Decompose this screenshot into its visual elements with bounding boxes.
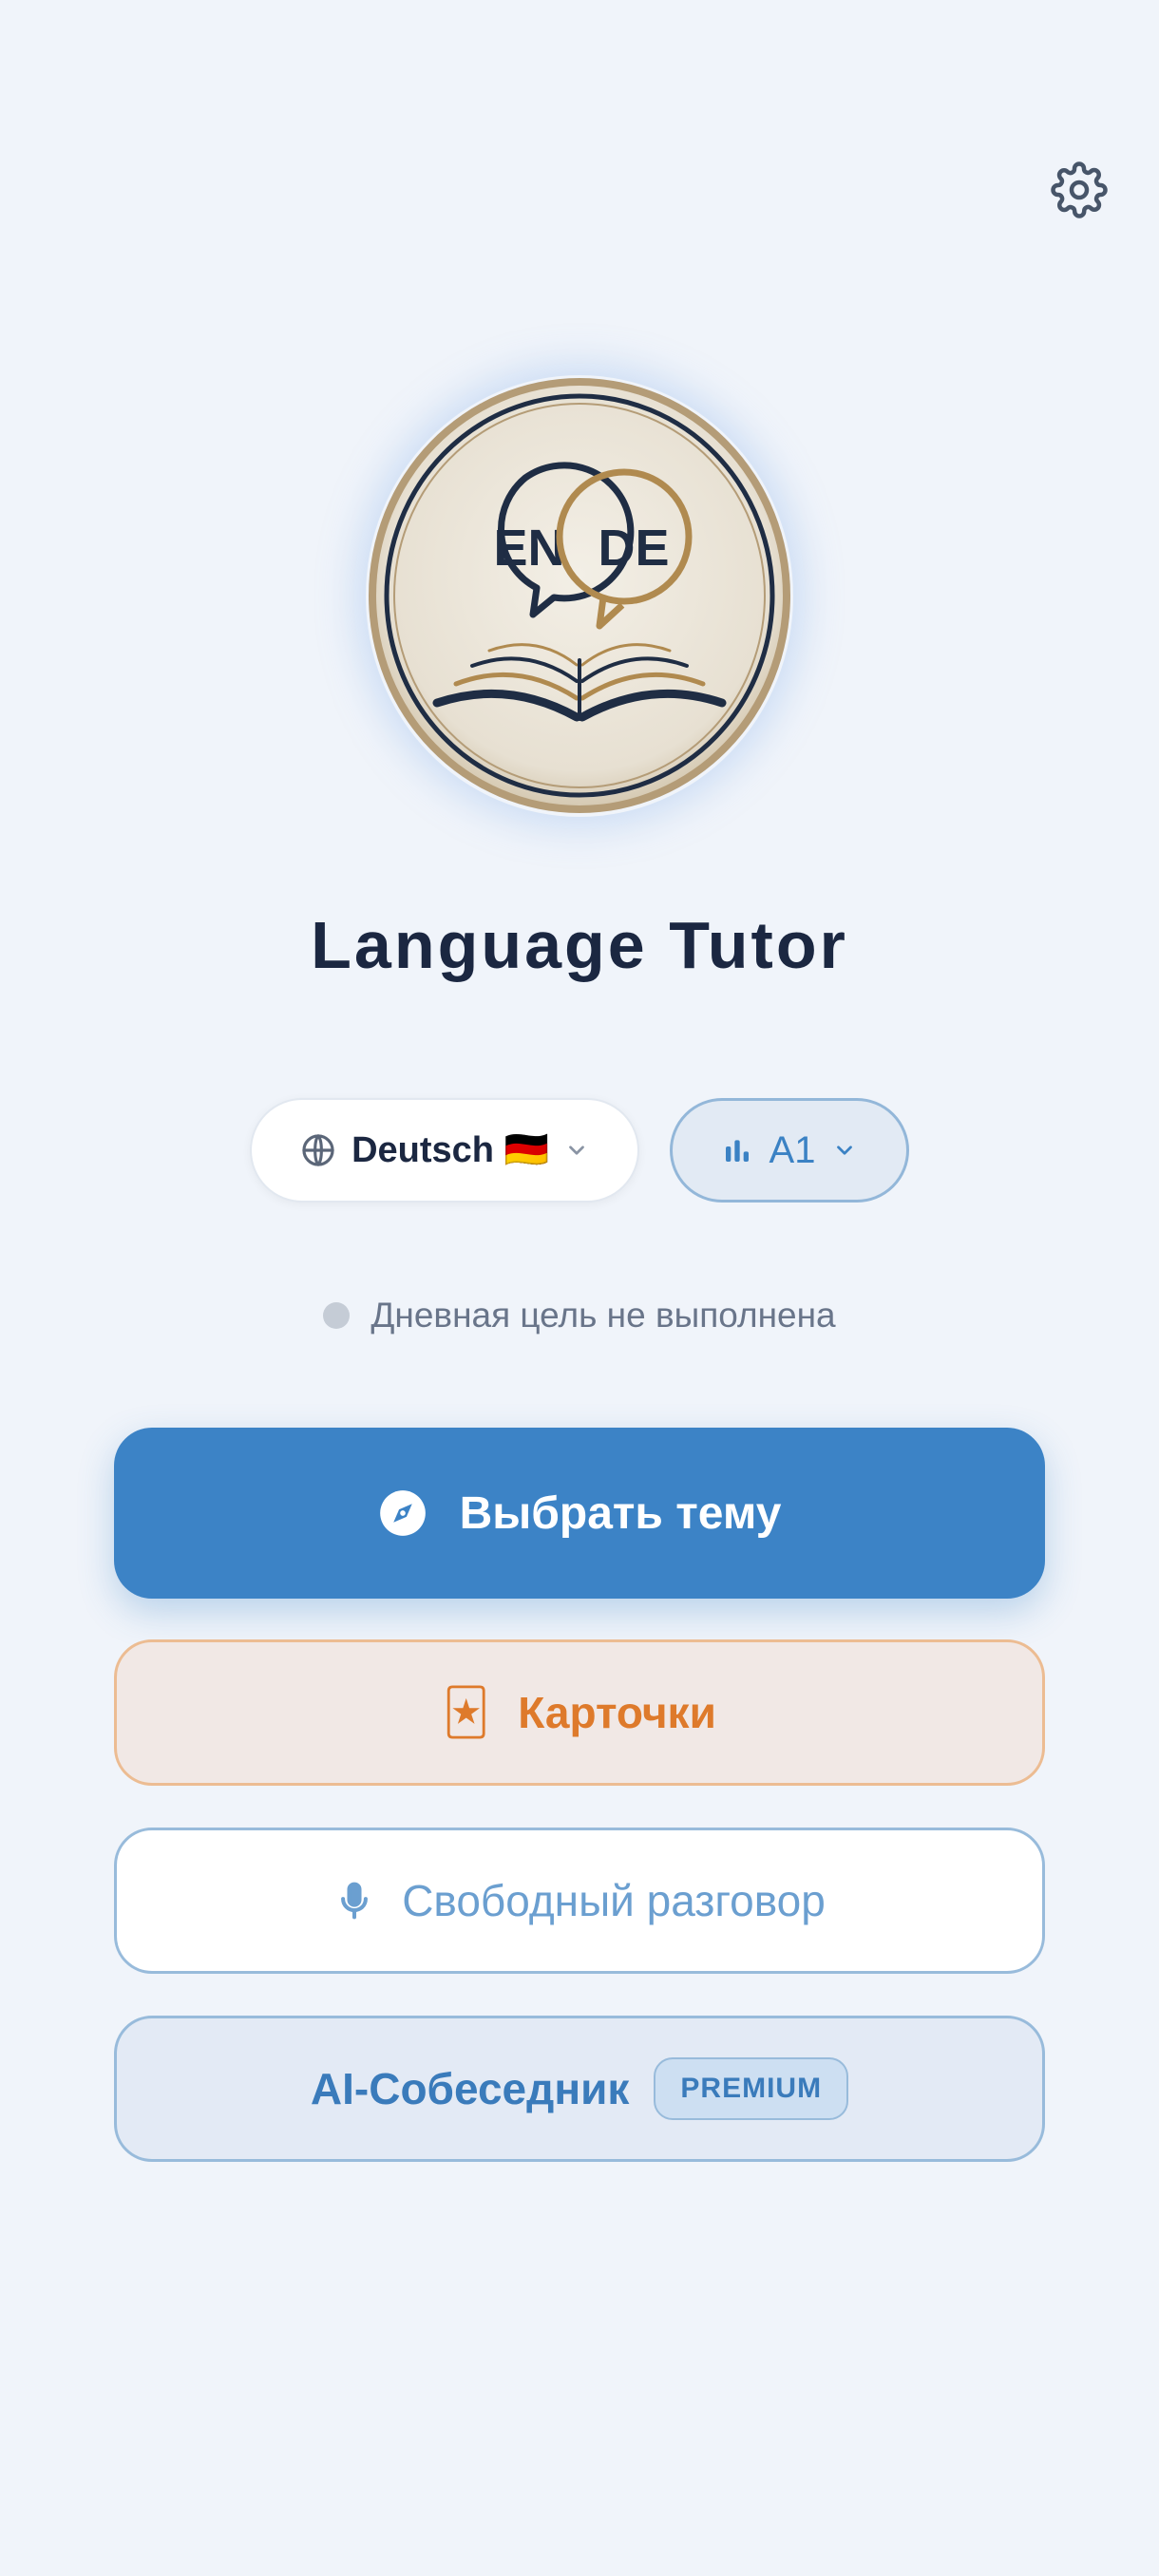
- cards-button[interactable]: 🃏 Карточки: [114, 1639, 1045, 1786]
- app-title: Language Tutor: [311, 908, 848, 982]
- level-select[interactable]: A1: [670, 1098, 909, 1203]
- gear-icon: [1051, 161, 1108, 218]
- ai-partner-label: AI-Собеседник: [310, 2064, 630, 2113]
- app-logo: EN DE: [366, 375, 793, 817]
- premium-badge: PREMIUM: [654, 2057, 849, 2120]
- compass-icon: [378, 1488, 428, 1538]
- chevron-down-icon: [564, 1138, 589, 1163]
- level-select-label: A1: [769, 1128, 816, 1171]
- language-select[interactable]: Deutsch 🇩🇪: [250, 1098, 639, 1203]
- goal-status-dot: [323, 1302, 351, 1329]
- bar-chart-icon: [722, 1135, 752, 1165]
- microphone-icon: [333, 1880, 375, 1922]
- daily-goal-status: Дневная цель не выполнена: [0, 1292, 1159, 1339]
- choose-topic-label: Выбрать тему: [459, 1487, 782, 1539]
- logo-de-label: DE: [598, 520, 669, 577]
- free-talk-label: Свободный разговор: [402, 1876, 826, 1925]
- choose-topic-button[interactable]: Выбрать тему: [114, 1428, 1045, 1599]
- language-select-label: Deutsch 🇩🇪: [352, 1130, 549, 1170]
- globe-icon: [300, 1132, 336, 1168]
- cards-label: Карточки: [518, 1688, 716, 1737]
- chevron-down-icon: [832, 1138, 857, 1163]
- logo-en-label: EN: [493, 520, 564, 577]
- joker-card-icon: 🃏: [443, 1688, 490, 1738]
- goal-status-text: Дневная цель не выполнена: [370, 1296, 836, 1335]
- settings-button[interactable]: [1045, 156, 1113, 224]
- free-talk-button[interactable]: Свободный разговор: [114, 1828, 1045, 1974]
- ai-partner-button[interactable]: AI-Собеседник PREMIUM: [114, 2016, 1045, 2162]
